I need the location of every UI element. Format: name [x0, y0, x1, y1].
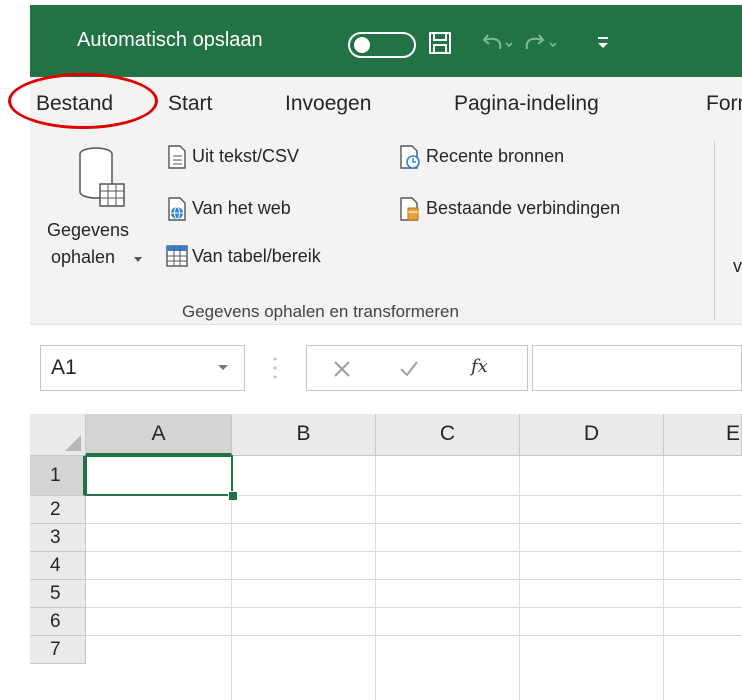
recent-sources-button[interactable]: Recente bronnen — [398, 144, 638, 174]
get-data-label-line1: Gegevens — [47, 220, 130, 240]
autosave-label: Automatisch opslaan — [77, 29, 263, 51]
group-separator — [714, 140, 715, 320]
undo-icon[interactable] — [480, 29, 512, 55]
select-all-corner[interactable] — [30, 414, 86, 456]
select-all-icon — [65, 435, 81, 451]
get-data-button[interactable]: Gegevens ophalen — [44, 136, 156, 286]
column-header-a[interactable]: A — [86, 414, 232, 456]
recent-sources-icon — [400, 145, 420, 169]
save-icon[interactable] — [428, 31, 452, 55]
column-header-b[interactable]: B — [232, 414, 376, 456]
cutoff-label: v — [733, 256, 742, 276]
redo-icon[interactable] — [523, 29, 557, 55]
name-box-dropdown-icon[interactable] — [217, 364, 229, 372]
fill-handle[interactable] — [228, 491, 238, 501]
text-file-icon — [168, 145, 186, 169]
get-data-label-line2: ophalen — [51, 247, 116, 267]
splitter-dots-icon[interactable] — [272, 355, 278, 383]
row-header-6[interactable]: 6 — [30, 608, 86, 636]
from-table-range-button[interactable]: Van tabel/bereik — [166, 244, 376, 274]
cancel-icon[interactable] — [333, 360, 351, 378]
toggle-knob — [354, 37, 370, 53]
web-icon — [168, 197, 186, 221]
chevron-down-icon — [134, 257, 142, 262]
existing-connections-button[interactable]: Bestaande verbindingen — [398, 196, 698, 226]
existing-connections-label: Bestaande verbindingen — [426, 198, 621, 218]
tab-pagina-indeling[interactable]: Pagina-indeling — [454, 92, 599, 116]
name-box-value: A1 — [51, 356, 77, 379]
ribbon-panel: Gegevens ophalen Uit tekst/CSV Van het w… — [30, 130, 742, 324]
database-icon — [79, 147, 125, 207]
group-label-get-transform: Gegevens ophalen en transformeren — [182, 302, 459, 321]
customize-qat-icon[interactable] — [596, 35, 610, 51]
annotation-highlight-circle — [8, 73, 158, 129]
formula-input[interactable] — [532, 345, 742, 391]
title-bar: Automatisch opslaan — [30, 5, 742, 77]
row-header-4[interactable]: 4 — [30, 552, 86, 580]
row-header-3[interactable]: 3 — [30, 524, 86, 552]
from-text-csv-button[interactable]: Uit tekst/CSV — [166, 144, 366, 174]
name-box[interactable]: A1 — [40, 345, 245, 391]
row-header-5[interactable]: 5 — [30, 580, 86, 608]
worksheet-grid: A B C D E 1 2 3 4 5 6 7 — [30, 414, 742, 700]
from-text-csv-label: Uit tekst/CSV — [192, 146, 300, 166]
from-table-range-label: Van tabel/bereik — [192, 246, 321, 266]
row-header-7[interactable]: 7 — [30, 636, 86, 664]
existing-connections-icon — [400, 197, 419, 221]
column-header-e[interactable]: E — [664, 414, 742, 456]
row-header-1[interactable]: 1 — [30, 456, 86, 496]
tab-formules-partial[interactable]: Form — [706, 92, 742, 116]
tab-invoegen[interactable]: Invoegen — [285, 92, 371, 116]
from-web-button[interactable]: Van het web — [166, 196, 366, 226]
column-header-d[interactable]: D — [520, 414, 664, 456]
from-web-label: Van het web — [192, 198, 291, 218]
insert-function-icon[interactable]: fx — [471, 356, 488, 377]
active-cell-a1[interactable] — [85, 455, 233, 496]
recent-sources-label: Recente bronnen — [426, 146, 565, 166]
enter-check-icon[interactable] — [399, 360, 419, 378]
formula-bar-area: A1 fx — [30, 324, 742, 415]
row-header-2[interactable]: 2 — [30, 496, 86, 524]
autosave-toggle[interactable] — [348, 32, 416, 58]
tab-start[interactable]: Start — [168, 92, 212, 116]
formula-buttons: fx — [306, 345, 528, 391]
column-header-c[interactable]: C — [376, 414, 520, 456]
table-icon — [166, 245, 188, 267]
